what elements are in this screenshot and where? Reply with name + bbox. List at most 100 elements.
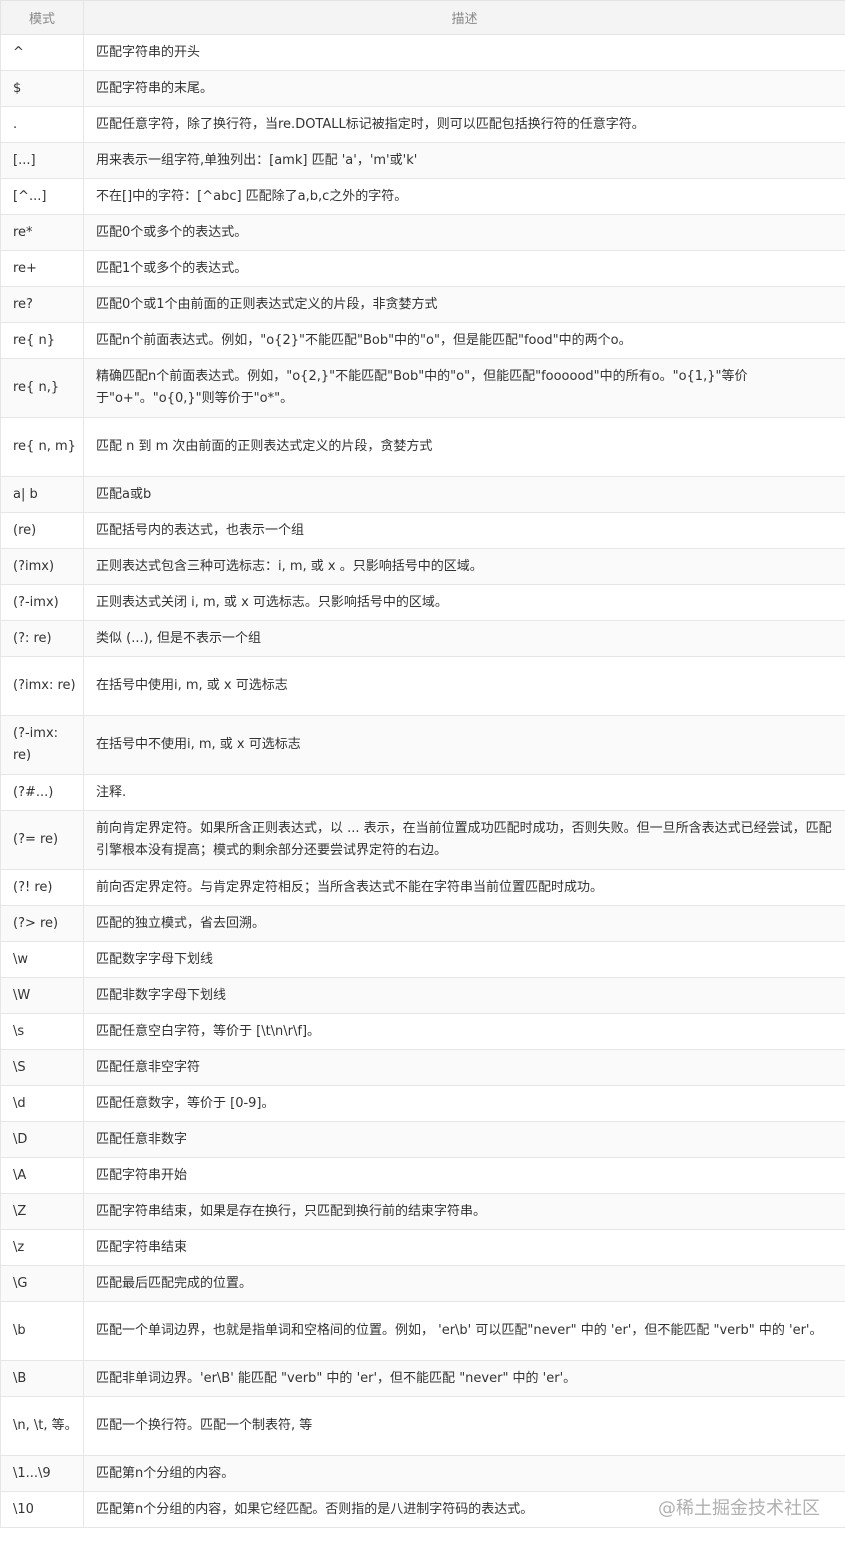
pattern-cell: re{ n} — [0, 322, 84, 359]
table-row: $ 匹配字符串的末尾。 — [0, 70, 845, 107]
description-cell: 匹配字符串的末尾。 — [83, 70, 845, 107]
description-cell: 匹配0个或多个的表达式。 — [83, 214, 845, 251]
description-cell: 不在[]中的字符：[^abc] 匹配除了a,b,c之外的字符。 — [83, 178, 845, 215]
pattern-cell: [^...] — [0, 178, 84, 215]
pattern-cell: (?= re) — [0, 810, 84, 870]
description-cell: 正则表达式关闭 i, m, 或 x 可选标志。只影响括号中的区域。 — [83, 584, 845, 621]
description-cell: 匹配第n个分组的内容。 — [83, 1455, 845, 1492]
table-row: \W 匹配非数字字母下划线 — [0, 977, 845, 1014]
description-cell: 匹配任意非空字符 — [83, 1049, 845, 1086]
pattern-cell: \D — [0, 1121, 84, 1158]
pattern-cell: \w — [0, 941, 84, 978]
table-row: re{ n,} 精确匹配n个前面表达式。例如，"o{2,}"不能匹配"Bob"中的… — [0, 358, 845, 418]
pattern-cell: \Z — [0, 1193, 84, 1230]
pattern-cell: \n, \t, 等。 — [0, 1396, 84, 1456]
pattern-cell: \1...\9 — [0, 1455, 84, 1492]
description-cell: 匹配一个单词边界，也就是指单词和空格间的位置。例如， 'er\b' 可以匹配"n… — [83, 1301, 845, 1361]
table-row: \A 匹配字符串开始 — [0, 1157, 845, 1194]
description-cell: 匹配数字字母下划线 — [83, 941, 845, 978]
description-cell: 匹配任意非数字 — [83, 1121, 845, 1158]
table-row: \1...\9 匹配第n个分组的内容。 — [0, 1455, 845, 1492]
pattern-cell: \10 — [0, 1491, 84, 1528]
description-cell: 匹配 n 到 m 次由前面的正则表达式定义的片段，贪婪方式 — [83, 417, 845, 477]
pattern-cell: (?! re) — [0, 869, 84, 906]
description-cell: 匹配字符串开始 — [83, 1157, 845, 1194]
regex-table: 模式 描述 ^ 匹配字符串的开头 $ 匹配字符串的末尾。. 匹配任意字符，除了换行符，当… — [0, 0, 845, 1528]
pattern-cell: re{ n,} — [0, 358, 84, 418]
description-cell: 匹配任意空白字符，等价于 [\t\n\r\f]。 — [83, 1013, 845, 1050]
description-cell: 前向否定界定符。与肯定界定符相反；当所含表达式不能在字符串当前位置匹配时成功。 — [83, 869, 845, 906]
table-row: (?: re) 类似 (...), 但是不表示一个组 — [0, 620, 845, 657]
description-cell: 用来表示一组字符,单独列出：[amk] 匹配 'a'，'m'或'k' — [83, 142, 845, 179]
description-cell: 注释. — [83, 774, 845, 811]
header-pattern: 模式 — [0, 0, 84, 35]
table-row: \n, \t, 等。 匹配一个换行符。匹配一个制表符, 等 — [0, 1396, 845, 1456]
table-row: \z 匹配字符串结束 — [0, 1229, 845, 1266]
pattern-cell: \B — [0, 1360, 84, 1397]
description-cell: 在括号中不使用i, m, 或 x 可选标志 — [83, 715, 845, 775]
table-row: \B 匹配非单词边界。'er\B' 能匹配 "verb" 中的 'er'，但不能匹… — [0, 1360, 845, 1397]
table-row: (?imx) 正则表达式包含三种可选标志：i, m, 或 x 。只影响括号中的区域… — [0, 548, 845, 585]
description-cell: 匹配括号内的表达式，也表示一个组 — [83, 512, 845, 549]
pattern-cell: (re) — [0, 512, 84, 549]
table-row: a| b 匹配a或b — [0, 476, 845, 513]
description-cell: 匹配0个或1个由前面的正则表达式定义的片段，非贪婪方式 — [83, 286, 845, 323]
pattern-cell: re+ — [0, 250, 84, 287]
pattern-cell: (?-imx: re) — [0, 715, 84, 775]
table-row: (?#...) 注释. — [0, 774, 845, 811]
table-row: \w 匹配数字字母下划线 — [0, 941, 845, 978]
table-row: re* 匹配0个或多个的表达式。 — [0, 214, 845, 251]
description-cell: 匹配n个前面表达式。例如，"o{2}"不能匹配"Bob"中的"o"，但是能匹配"… — [83, 322, 845, 359]
table-row: (re) 匹配括号内的表达式，也表示一个组 — [0, 512, 845, 549]
header-description: 描述 — [83, 0, 845, 35]
table-row: (?= re) 前向肯定界定符。如果所含正则表达式，以 ... 表示，在当前位置成… — [0, 810, 845, 870]
description-cell: 类似 (...), 但是不表示一个组 — [83, 620, 845, 657]
pattern-cell: (?imx) — [0, 548, 84, 585]
pattern-cell: \S — [0, 1049, 84, 1086]
pattern-cell: ^ — [0, 34, 84, 71]
table-row: ^ 匹配字符串的开头 — [0, 34, 845, 71]
table-row: \S 匹配任意非空字符 — [0, 1049, 845, 1086]
pattern-cell: re{ n, m} — [0, 417, 84, 477]
description-cell: 在括号中使用i, m, 或 x 可选标志 — [83, 656, 845, 716]
pattern-cell: (?imx: re) — [0, 656, 84, 716]
table-row: [^...] 不在[]中的字符：[^abc] 匹配除了a,b,c之外的字符。 — [0, 178, 845, 215]
table-row: re+ 匹配1个或多个的表达式。 — [0, 250, 845, 287]
pattern-cell: (?#...) — [0, 774, 84, 811]
table-row: re{ n} 匹配n个前面表达式。例如，"o{2}"不能匹配"Bob"中的"o"，… — [0, 322, 845, 359]
description-cell: 匹配任意字符，除了换行符，当re.DOTALL标记被指定时，则可以匹配包括换行符… — [83, 106, 845, 143]
table-row: (?! re) 前向否定界定符。与肯定界定符相反；当所含表达式不能在字符串当前位置… — [0, 869, 845, 906]
pattern-cell: . — [0, 106, 84, 143]
table-row: re? 匹配0个或1个由前面的正则表达式定义的片段，非贪婪方式 — [0, 286, 845, 323]
description-cell: 匹配1个或多个的表达式。 — [83, 250, 845, 287]
description-cell: 匹配任意数字，等价于 [0-9]。 — [83, 1085, 845, 1122]
pattern-cell: \b — [0, 1301, 84, 1361]
table-row: \s 匹配任意空白字符，等价于 [\t\n\r\f]。 — [0, 1013, 845, 1050]
table-row: \Z 匹配字符串结束，如果是存在换行，只匹配到换行前的结束字符串。 — [0, 1193, 845, 1230]
pattern-cell: (?> re) — [0, 905, 84, 942]
pattern-cell: \z — [0, 1229, 84, 1266]
table-row: (?imx: re) 在括号中使用i, m, 或 x 可选标志 — [0, 656, 845, 716]
table-row: re{ n, m} 匹配 n 到 m 次由前面的正则表达式定义的片段，贪婪方式 — [0, 417, 845, 477]
description-cell: 匹配的独立模式，省去回溯。 — [83, 905, 845, 942]
table-header-row: 模式 描述 — [0, 0, 845, 35]
description-cell: 匹配非数字字母下划线 — [83, 977, 845, 1014]
table-row: [...] 用来表示一组字符,单独列出：[amk] 匹配 'a'，'m'或'k' — [0, 142, 845, 179]
watermark: @稀土掘金技术社区 — [658, 1498, 820, 1519]
table-row: \D 匹配任意非数字 — [0, 1121, 845, 1158]
pattern-cell: (?-imx) — [0, 584, 84, 621]
description-cell: 匹配非单词边界。'er\B' 能匹配 "verb" 中的 'er'，但不能匹配 … — [83, 1360, 845, 1397]
pattern-cell: [...] — [0, 142, 84, 179]
pattern-cell: \d — [0, 1085, 84, 1122]
description-cell: 匹配最后匹配完成的位置。 — [83, 1265, 845, 1302]
table-row: (?> re) 匹配的独立模式，省去回溯。 — [0, 905, 845, 942]
pattern-cell: \s — [0, 1013, 84, 1050]
description-cell: 精确匹配n个前面表达式。例如，"o{2,}"不能匹配"Bob"中的"o"，但能匹… — [83, 358, 845, 418]
pattern-cell: \G — [0, 1265, 84, 1302]
table-row: (?-imx) 正则表达式关闭 i, m, 或 x 可选标志。只影响括号中的区域。 — [0, 584, 845, 621]
table-row: (?-imx: re) 在括号中不使用i, m, 或 x 可选标志 — [0, 715, 845, 775]
pattern-cell: \A — [0, 1157, 84, 1194]
description-cell: 匹配字符串的开头 — [83, 34, 845, 71]
pattern-cell: a| b — [0, 476, 84, 513]
pattern-cell: $ — [0, 70, 84, 107]
